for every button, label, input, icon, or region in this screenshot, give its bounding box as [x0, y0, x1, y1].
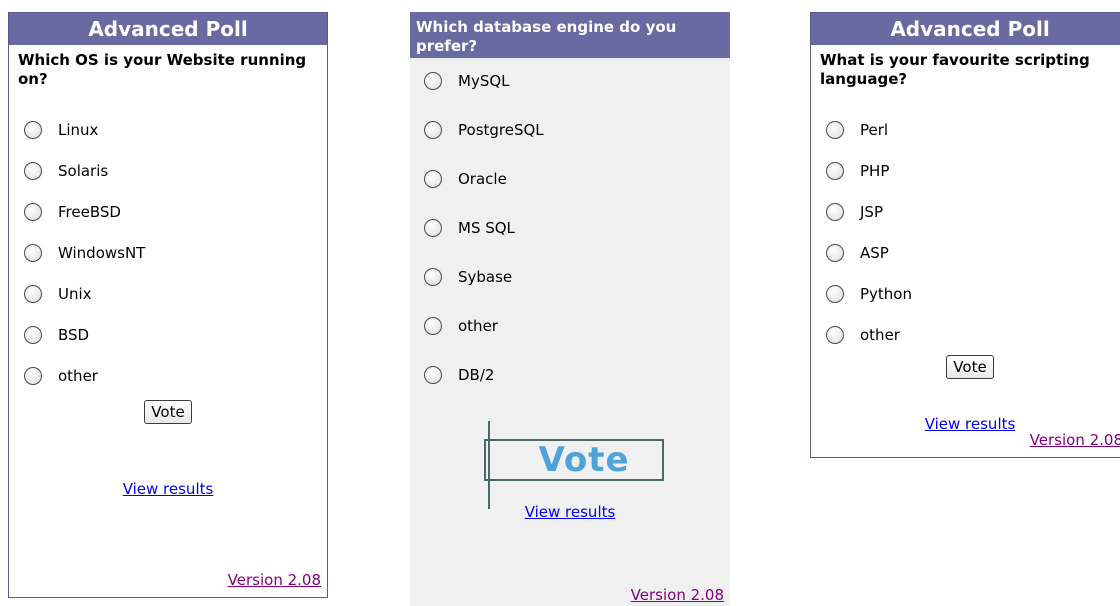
poll-option-other[interactable]: other: [9, 355, 327, 396]
radio-button[interactable]: [424, 267, 442, 286]
poll-question: What is your favourite scripting languag…: [820, 51, 1090, 88]
poll-option-jsp[interactable]: JSP: [811, 191, 1120, 232]
radio-button[interactable]: [24, 202, 42, 221]
poll-option-asp[interactable]: ASP: [811, 232, 1120, 273]
radio-button[interactable]: [424, 218, 442, 237]
poll-options: Linux Solaris FreeBSD WindowsNT Unix BSD…: [9, 109, 327, 396]
radio-button[interactable]: [24, 366, 42, 385]
vote-image-button[interactable]: Vote: [456, 421, 666, 509]
option-label: JSP: [860, 202, 883, 221]
option-label: DB/2: [458, 365, 495, 384]
radio-button[interactable]: [424, 120, 442, 139]
radio-button[interactable]: [826, 243, 844, 262]
option-label: Oracle: [458, 169, 507, 188]
poll-option-mysql[interactable]: MySQL: [410, 56, 730, 105]
poll-option-solaris[interactable]: Solaris: [9, 150, 327, 191]
scripting-poll-panel: Advanced Poll What is your favourite scr…: [810, 12, 1120, 458]
option-label: Unix: [58, 284, 92, 303]
radio-button[interactable]: [424, 316, 442, 335]
radio-button[interactable]: [826, 161, 844, 180]
poll-option-sybase[interactable]: Sybase: [410, 252, 730, 301]
option-label: Solaris: [58, 161, 109, 180]
poll-option-unix[interactable]: Unix: [9, 273, 327, 314]
radio-button[interactable]: [826, 284, 844, 303]
option-label: PostgreSQL: [458, 120, 544, 139]
radio-button[interactable]: [24, 325, 42, 344]
poll-option-perl[interactable]: Perl: [811, 109, 1120, 150]
poll-option-mssql[interactable]: MS SQL: [410, 203, 730, 252]
poll-option-python[interactable]: Python: [811, 273, 1120, 314]
poll-title: Advanced Poll: [9, 13, 327, 45]
option-label: Perl: [860, 120, 889, 139]
poll-option-php[interactable]: PHP: [811, 150, 1120, 191]
version-link[interactable]: Version 2.08: [228, 571, 321, 589]
option-label: FreeBSD: [58, 202, 121, 221]
radio-button[interactable]: [826, 325, 844, 344]
view-results-link[interactable]: View results: [9, 480, 327, 498]
poll-option-db2[interactable]: DB/2: [410, 350, 730, 399]
option-label: Linux: [58, 120, 99, 139]
vote-image-label: Vote: [538, 440, 630, 480]
poll-options: Perl PHP JSP ASP Python other: [811, 109, 1120, 355]
radio-button[interactable]: [826, 120, 844, 139]
poll-title: Advanced Poll: [811, 13, 1120, 45]
poll-option-linux[interactable]: Linux: [9, 109, 327, 150]
radio-button[interactable]: [826, 202, 844, 221]
database-poll-panel: Which database engine do you prefer? MyS…: [410, 12, 730, 606]
option-label: MS SQL: [458, 218, 515, 237]
os-poll-panel: Advanced Poll Which OS is your Website r…: [8, 12, 328, 598]
radio-button[interactable]: [24, 284, 42, 303]
option-label: WindowsNT: [58, 243, 146, 262]
poll-option-bsd[interactable]: BSD: [9, 314, 327, 355]
version-link[interactable]: Version 2.08: [1030, 431, 1120, 449]
option-label: MySQL: [458, 71, 510, 90]
poll-option-freebsd[interactable]: FreeBSD: [9, 191, 327, 232]
radio-button[interactable]: [24, 243, 42, 262]
option-label: ASP: [860, 243, 889, 262]
option-label: Python: [860, 284, 912, 303]
option-label: PHP: [860, 161, 890, 180]
radio-button[interactable]: [24, 161, 42, 180]
vote-button[interactable]: Vote: [946, 355, 994, 379]
poll-question: Which database engine do you prefer?: [410, 12, 730, 58]
poll-option-other[interactable]: other: [410, 301, 730, 350]
version-link[interactable]: Version 2.08: [631, 586, 724, 604]
poll-option-postgresql[interactable]: PostgreSQL: [410, 105, 730, 154]
poll-options: MySQL PostgreSQL Oracle MS SQL Sybase ot…: [410, 56, 730, 399]
radio-button[interactable]: [24, 120, 42, 139]
option-label: other: [458, 316, 498, 335]
poll-option-windowsnt[interactable]: WindowsNT: [9, 232, 327, 273]
option-label: other: [58, 366, 98, 385]
option-label: Sybase: [458, 267, 513, 286]
option-label: other: [860, 325, 900, 344]
option-label: BSD: [58, 325, 90, 344]
poll-question: Which OS is your Website running on?: [18, 51, 307, 88]
radio-button[interactable]: [424, 71, 442, 90]
radio-button[interactable]: [424, 169, 442, 188]
poll-option-oracle[interactable]: Oracle: [410, 154, 730, 203]
vote-button[interactable]: Vote: [144, 400, 192, 424]
radio-button[interactable]: [424, 365, 442, 384]
poll-option-other[interactable]: other: [811, 314, 1120, 355]
